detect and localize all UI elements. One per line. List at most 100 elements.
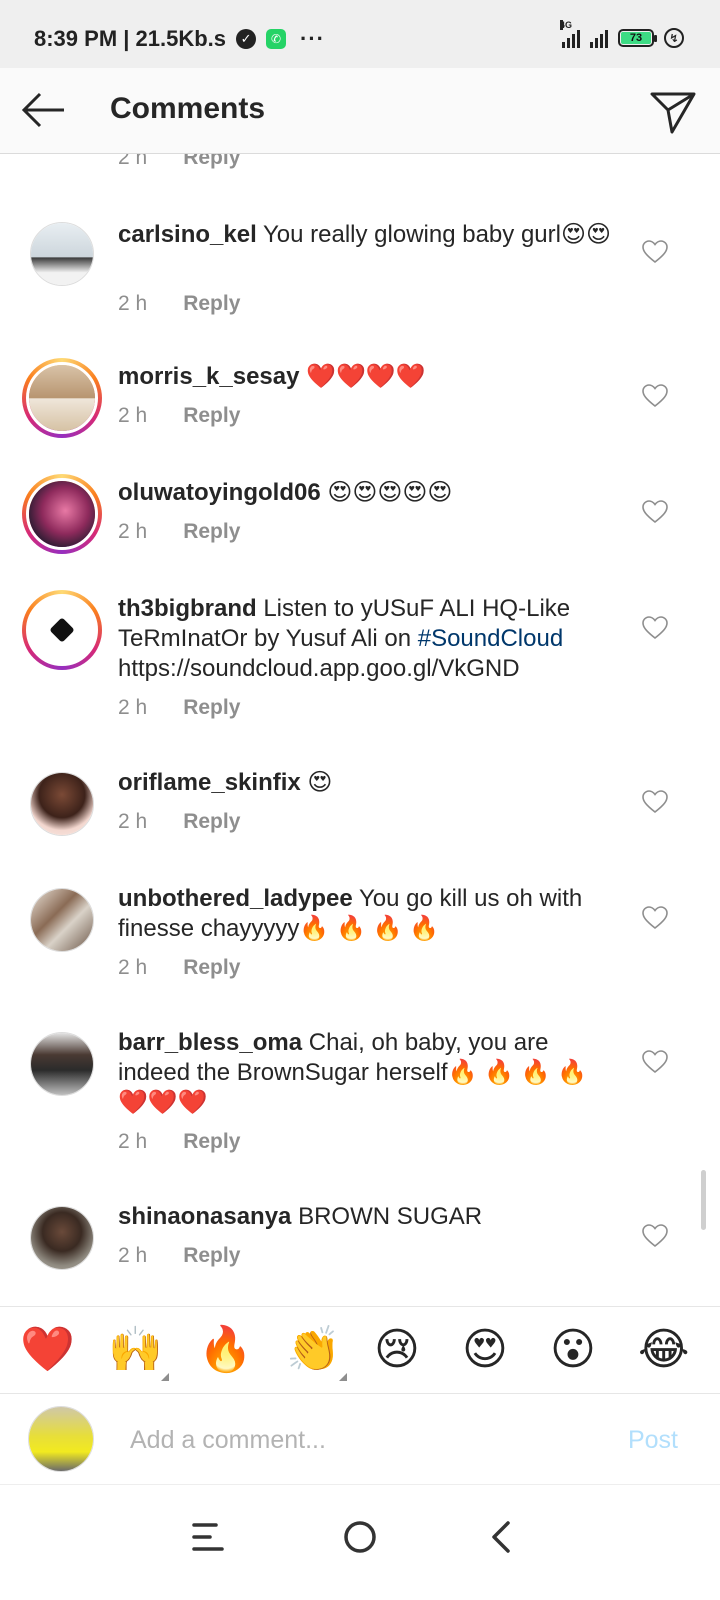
comment-composer: Post <box>0 1394 720 1484</box>
avatar-story-ring[interactable] <box>22 474 102 554</box>
header: Comments <box>0 68 720 154</box>
like-heart-icon[interactable] <box>642 384 668 408</box>
data-saver-icon: ↯ <box>664 28 684 48</box>
scrollbar[interactable] <box>701 1170 706 1230</box>
recents-button[interactable] <box>178 1507 238 1567</box>
avatar-story-ring[interactable] <box>22 358 102 438</box>
page-title: Comments <box>110 92 266 125</box>
comment-meta: 2 h Reply <box>118 1130 240 1154</box>
like-heart-icon[interactable] <box>642 240 668 264</box>
avatar[interactable] <box>30 1032 94 1096</box>
comment-time: 2 h <box>118 292 148 315</box>
comment-text: unbothered_ladypee You go kill us oh wit… <box>118 884 618 944</box>
comment-meta: 2 h Reply <box>118 154 240 170</box>
comment-meta: 2 h Reply <box>118 520 240 544</box>
verified-icon: ✓ <box>236 29 257 49</box>
like-heart-icon[interactable] <box>642 906 668 930</box>
comment-username[interactable]: shinaonasanya <box>118 1203 291 1230</box>
reply-button[interactable]: Reply <box>183 1130 240 1154</box>
like-heart-icon[interactable] <box>642 616 668 640</box>
comment-time: 2 h <box>118 154 148 169</box>
battery-icon: 73 <box>618 29 657 47</box>
reply-button[interactable]: Reply <box>183 404 240 428</box>
comment-link[interactable]: https://soundcloud.app.goo.gl/VkGND <box>118 655 520 682</box>
comment-text: oriflame_skinfix 😍 <box>118 768 618 798</box>
emoji-heart[interactable]: ❤️ <box>20 1325 75 1375</box>
status-right: 4G 73 ↯ <box>560 20 684 48</box>
comment-text: carlsino_kel You really glowing baby gur… <box>118 220 618 250</box>
comment-username[interactable]: carlsino_kel <box>118 221 257 248</box>
reply-button[interactable]: Reply <box>183 520 240 544</box>
emoji-heart-eyes[interactable]: 😍 <box>462 1325 508 1375</box>
comment-username[interactable]: oluwatoyingold06 <box>118 479 321 506</box>
emoji-fire[interactable]: 🔥 <box>198 1325 253 1375</box>
reply-button[interactable]: Reply <box>183 154 240 170</box>
comment-meta: 2 h Reply <box>118 404 240 428</box>
status-bar: 8:39 PM | 21.5Kb.s ✓ ✆ ··· 4G 73 ↯ <box>0 0 720 68</box>
paper-plane-icon <box>650 92 696 134</box>
reply-button[interactable]: Reply <box>183 956 240 980</box>
more-notifications-icon: ··· <box>300 26 326 51</box>
comment-text: morris_k_sesay ❤️❤️❤️❤️ <box>118 362 618 392</box>
avatar-story-ring[interactable] <box>22 590 102 670</box>
comment-input[interactable] <box>130 1422 570 1458</box>
status-time: 8:39 PM | 21.5Kb.s <box>34 26 227 51</box>
avatar[interactable] <box>30 1206 94 1270</box>
avatar[interactable] <box>30 772 94 836</box>
avatar[interactable] <box>30 888 94 952</box>
comment-meta: 2 h Reply <box>118 292 240 316</box>
comment-username[interactable]: th3bigbrand <box>118 595 257 622</box>
system-nav-bar <box>0 1484 720 1600</box>
emoji-raised-hands[interactable]: 🙌 <box>108 1325 169 1381</box>
back-button[interactable] <box>20 88 68 136</box>
comment-text: th3bigbrand Listen to yUSuF ALI HQ-Like … <box>118 594 618 684</box>
comment-body: ❤️❤️❤️❤️ <box>299 363 426 390</box>
hashtag-link[interactable]: #SoundCloud <box>418 625 563 652</box>
whatsapp-icon: ✆ <box>266 29 287 49</box>
back-arrow-icon <box>21 92 64 128</box>
avatar[interactable] <box>30 222 94 286</box>
comment-username[interactable]: barr_bless_oma <box>118 1029 302 1056</box>
home-circle-icon <box>344 1521 376 1553</box>
comment-meta: 2 h Reply <box>118 956 240 980</box>
network-type: 4G <box>560 20 573 30</box>
status-left: 8:39 PM | 21.5Kb.s ✓ ✆ ··· <box>34 26 325 52</box>
emoji-tears-of-joy[interactable]: 😂 <box>638 1325 689 1375</box>
my-avatar <box>28 1406 94 1472</box>
comment-time: 2 h <box>118 1244 148 1267</box>
emoji-surprised[interactable]: 😮 <box>550 1325 596 1375</box>
signal-icon <box>590 28 608 48</box>
chevron-left-icon <box>492 1521 510 1553</box>
post-button[interactable]: Post <box>628 1426 678 1455</box>
reply-button[interactable]: Reply <box>183 1244 240 1268</box>
comment-username[interactable]: morris_k_sesay <box>118 363 299 390</box>
comment-username[interactable]: oriflame_skinfix <box>118 769 301 796</box>
reply-button[interactable]: Reply <box>183 292 240 316</box>
comment-time: 2 h <box>118 1130 148 1153</box>
comment-time: 2 h <box>118 956 148 979</box>
share-button[interactable] <box>648 86 698 136</box>
comment-time: 2 h <box>118 520 148 543</box>
emoji-crying[interactable]: 😢 <box>374 1325 420 1375</box>
battery-level: 73 <box>621 32 651 44</box>
comment-text: oluwatoyingold06 😍😍😍😍😍 <box>118 478 618 508</box>
emoji-quick-bar: ❤️ 🙌 🔥 👏 😢 😍 😮 😂 <box>0 1306 720 1394</box>
comment-body: 😍 <box>300 769 333 796</box>
reply-button[interactable]: Reply <box>183 810 240 834</box>
like-heart-icon[interactable] <box>642 790 668 814</box>
reply-button[interactable]: Reply <box>183 696 240 720</box>
like-heart-icon[interactable] <box>642 1050 668 1074</box>
system-back-button[interactable] <box>472 1507 532 1567</box>
menu-lines-icon <box>192 1523 224 1551</box>
comment-body: BROWN SUGAR <box>291 1203 483 1230</box>
like-heart-icon[interactable] <box>642 500 668 524</box>
like-heart-icon[interactable] <box>642 1224 668 1248</box>
comment-meta: 2 h Reply <box>118 810 240 834</box>
emoji-clap[interactable]: 👏 <box>286 1325 347 1381</box>
comments-list[interactable]: 2 h Reply carlsino_kel You really glowin… <box>0 154 720 1330</box>
comment-meta: 2 h Reply <box>118 1244 240 1268</box>
comment-username[interactable]: unbothered_ladypee <box>118 885 353 912</box>
comment-time: 2 h <box>118 404 148 427</box>
comment-text: shinaonasanya BROWN SUGAR <box>118 1202 618 1232</box>
home-button[interactable] <box>330 1507 390 1567</box>
